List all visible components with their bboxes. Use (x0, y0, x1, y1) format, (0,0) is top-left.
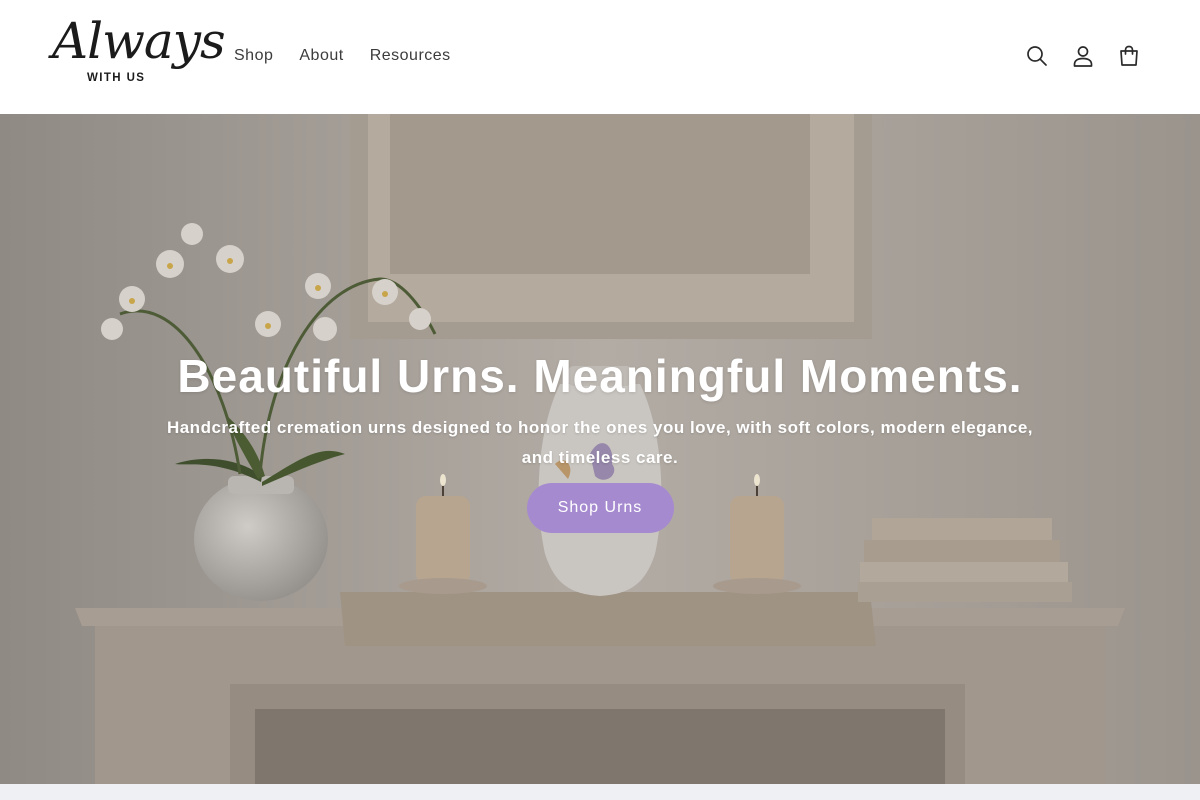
cart-icon (1120, 45, 1138, 66)
hero-title: Beautiful Urns. Meaningful Moments. (177, 350, 1023, 402)
nav-item-about[interactable]: About (286, 44, 356, 68)
hero-content: Beautiful Urns. Meaningful Moments. Hand… (0, 346, 1200, 533)
account-icon (1073, 46, 1093, 67)
search-icon (1027, 46, 1047, 66)
logo-script-text: Always (52, 12, 226, 70)
hero-banner: Beautiful Urns. Meaningful Moments. Hand… (0, 114, 1200, 784)
section-divider-strip (0, 784, 1200, 800)
header-icons (1014, 33, 1152, 79)
account-button[interactable] (1060, 33, 1106, 79)
brand-logo[interactable]: Always WITH US (50, 16, 226, 92)
nav-item-resources[interactable]: Resources (357, 44, 464, 68)
shop-urns-button[interactable]: Shop Urns (526, 483, 674, 533)
search-button[interactable] (1014, 33, 1060, 79)
hero-subtitle: Handcrafted cremation urns designed to h… (166, 418, 1034, 467)
nav-item-shop[interactable]: Shop (221, 44, 286, 68)
site-header: Always WITH US Shop About Resources (0, 0, 1200, 114)
main-nav: Shop About Resources (221, 44, 464, 68)
logo-subtext: WITH US (87, 72, 146, 84)
cart-button[interactable] (1106, 33, 1152, 79)
